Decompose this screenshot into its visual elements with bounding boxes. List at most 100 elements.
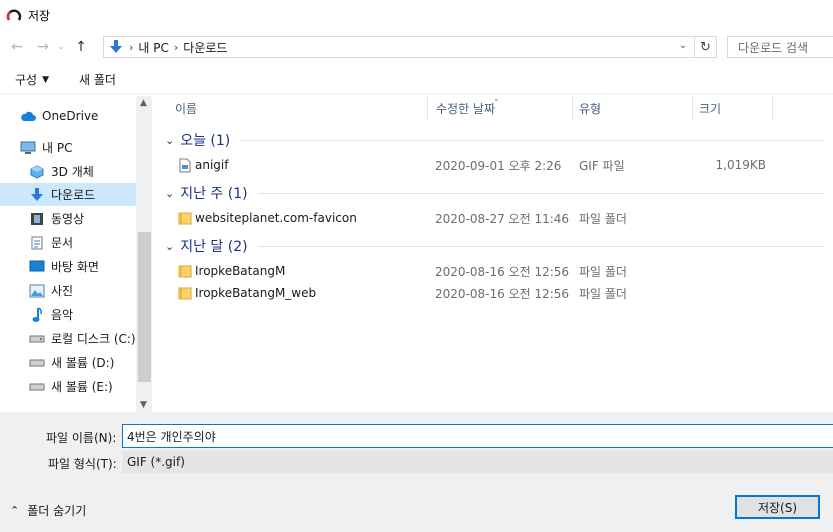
organize-label: 구성 [15,73,38,87]
sidebar-item-label: 로컬 디스크 (C:) [51,332,136,346]
folder-icon [177,210,193,226]
sidebar-item-3d-objects[interactable]: 3D 개체 [0,160,136,183]
file-size: 1,019KB [715,158,766,172]
sidebar-item-label: 새 볼륨 (D:) [51,356,115,370]
search-input[interactable]: 다운로드 검색 [727,36,833,58]
sidebar-item-label: 사진 [51,284,74,298]
sidebar-item-desktop[interactable]: 바탕 화면 [0,255,136,278]
scroll-down-icon[interactable]: ▼ [140,400,147,410]
column-size[interactable]: 크기 [693,96,773,120]
cube-icon [29,164,45,180]
column-modified[interactable]: ⌄ 수정한 날짜 [428,94,573,120]
forward-arrow-icon[interactable]: → [32,36,54,58]
refresh-icon[interactable]: ↻ [694,37,716,57]
filename-label: 파일 이름(N): [46,431,117,445]
file-name: IropkeBatangM_web [195,286,317,300]
sidebar-item-label: 내 PC [42,141,73,155]
cloud-icon [20,108,36,124]
file-list: 이름 ⌄ 수정한 날짜 유형 크기 ⌄ 오늘 (1) anigif 2020-0… [160,94,833,412]
file-name: websiteplanet.com-favicon [195,211,357,225]
music-note-icon [29,306,45,323]
breadcrumb-my-pc[interactable]: 내 PC [138,39,168,56]
file-name: IropkeBatangM [195,264,286,278]
group-divider [257,245,825,247]
sidebar-item-label: 음악 [51,308,74,322]
drive-icon [29,355,45,371]
group-label: 지난 달 (2) [180,239,248,255]
column-type[interactable]: 유형 [573,96,693,120]
sidebar-item-music[interactable]: 음악 [0,303,136,326]
column-name[interactable]: 이름 [160,96,428,120]
chevron-up-icon: ⌃ [10,504,20,517]
back-arrow-icon[interactable]: ← [6,36,28,58]
breadcrumb-separator-icon: › [129,40,134,54]
chevron-down-icon: ⌄ [165,133,175,147]
list-item[interactable]: IropkeBatangM 2020-08-16 오전 12:56 파일 폴더 [160,260,833,282]
film-icon [29,211,45,227]
sidebar-item-videos[interactable]: 동영상 [0,207,136,230]
file-modified: 2020-09-01 오후 2:26 [435,158,562,173]
breadcrumb-downloads[interactable]: 다운로드 [183,39,227,56]
file-modified: 2020-08-27 오전 11:46 [435,211,570,226]
group-header-last-month[interactable]: ⌄ 지난 달 (2) [165,236,825,256]
sidebar-item-local-disk-c[interactable]: 로컬 디스크 (C:) [0,327,136,350]
list-item[interactable]: anigif 2020-09-01 오후 2:26 GIF 파일 1,019KB [160,154,833,176]
sidebar-item-label: 다운로드 [51,188,96,202]
sidebar-item-label: 문서 [51,236,74,250]
sidebar-item-volume-d[interactable]: 새 볼륨 (D:) [0,351,136,374]
picture-icon [29,283,45,299]
drive-icon [29,379,45,395]
group-label: 지난 주 (1) [180,186,248,202]
hide-folders-label: 폴더 숨기기 [27,504,87,518]
gif-file-icon [177,157,193,173]
address-bar[interactable]: › 내 PC › 다운로드 ⌄ ↻ [103,36,717,58]
window-title: 저장 [28,8,51,23]
chevron-down-icon[interactable]: ⌄ [676,40,690,54]
new-folder-button[interactable]: 새 폴더 [79,71,116,88]
sidebar-item-my-pc[interactable]: 내 PC [0,136,136,159]
filetype-select[interactable]: GIF (*.gif) [122,451,833,473]
list-item[interactable]: websiteplanet.com-favicon 2020-08-27 오전 … [160,207,833,229]
scroll-up-icon[interactable]: ▲ [140,98,147,108]
sidebar-item-volume-e[interactable]: 새 볼륨 (E:) [0,375,136,398]
sidebar-item-label: 새 볼륨 (E:) [51,380,113,394]
filename-input[interactable]: 4번은 개인주의야 [122,424,833,448]
sidebar-scrollbar[interactable]: ▲ ▼ [136,96,152,412]
file-type: 파일 폴더 [579,286,627,301]
column-size-label: 크기 [699,101,722,116]
column-name-label: 이름 [175,101,198,116]
chevron-down-icon: ⌄ [165,186,175,200]
group-divider [257,192,825,194]
computer-icon [20,140,36,156]
file-type: 파일 폴더 [579,264,627,279]
folder-icon [177,263,193,279]
organize-button[interactable]: 구성 ▼ [15,71,49,88]
column-type-label: 유형 [579,101,602,116]
sidebar-item-onedrive[interactable]: OneDrive [0,104,136,127]
sidebar-item-documents[interactable]: 문서 [0,231,136,254]
hide-folders-toggle[interactable]: ⌃ 폴더 숨기기 [10,502,86,519]
sidebar-item-label: 동영상 [51,212,85,226]
navigation-pane: OneDrive 내 PC 3D 개체 다운로드 동영상 문서 바탕 화면 사진… [0,96,152,412]
sidebar-item-pictures[interactable]: 사진 [0,279,136,302]
file-name: anigif [195,158,229,172]
group-header-today[interactable]: ⌄ 오늘 (1) [165,130,825,150]
sidebar-item-downloads[interactable]: 다운로드 [0,183,136,206]
up-arrow-icon[interactable]: ↑ [70,36,92,58]
filetype-label: 파일 형식(T): [48,457,117,471]
file-modified: 2020-08-16 오전 12:56 [435,286,570,301]
sort-chevron-icon: ⌄ [493,94,500,103]
save-options-panel: 파일 이름(N): 4번은 개인주의야 파일 형식(T): GIF (*.gif… [0,412,833,532]
download-arrow-icon [108,39,124,55]
file-modified: 2020-08-16 오전 12:56 [435,264,570,279]
list-item[interactable]: IropkeBatangM_web 2020-08-16 오전 12:56 파일… [160,282,833,304]
file-type: 파일 폴더 [579,211,627,226]
recent-locations-chevron-icon[interactable]: ⌄ [54,36,68,58]
column-modified-label: 수정한 날짜 [436,101,496,116]
drive-icon [29,331,45,347]
save-button[interactable]: 저장(S) [735,495,820,519]
file-type: GIF 파일 [579,158,625,173]
group-header-last-week[interactable]: ⌄ 지난 주 (1) [165,183,825,203]
navigation-bar: ← → ⌄ ↑ › 내 PC › 다운로드 ⌄ ↻ 다운로드 검색 [0,32,833,62]
scrollbar-thumb[interactable] [138,232,151,382]
